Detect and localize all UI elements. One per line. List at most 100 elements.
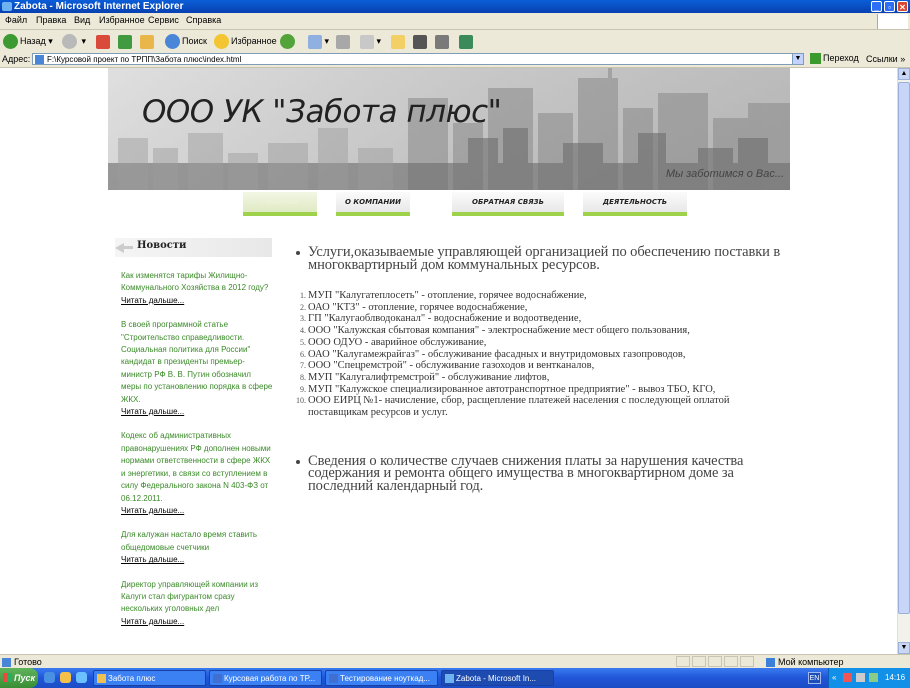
messenger-button[interactable] (413, 32, 427, 50)
refresh-button[interactable] (118, 32, 132, 50)
windows-logo-icon (877, 14, 908, 29)
stop-icon (96, 34, 110, 49)
nav-about[interactable]: О компании (336, 192, 410, 216)
refresh-icon (118, 34, 132, 49)
news-item: Для калужан настало время ставить общедо… (121, 529, 273, 566)
menu-help[interactable]: Справка (186, 15, 221, 25)
news-header: Новости (115, 238, 272, 257)
news-text[interactable]: Как изменятся тарифы Жилищно-Коммунально… (121, 270, 273, 295)
menu-favorites[interactable]: Избранное (99, 15, 145, 25)
windows-flag-icon (3, 673, 12, 682)
address-bar: Адрес: F:\Курсовой проект по ТРПП\Забота… (0, 52, 910, 68)
provider-item: МУП "Калугалифтремстрой" - обслуживание … (308, 372, 788, 384)
search-icon (165, 34, 180, 50)
close-button[interactable]: ✕ (897, 1, 908, 12)
address-input[interactable]: F:\Курсовой проект по ТРПП\Забота плюс\i… (32, 53, 804, 65)
tray-antivirus-icon[interactable] (843, 673, 852, 682)
language-indicator[interactable]: EN (808, 672, 821, 684)
media-button[interactable] (280, 32, 297, 50)
menu-view[interactable]: Вид (74, 15, 90, 25)
read-more-link[interactable]: Читать дальше... (121, 406, 273, 418)
provider-item: ООО "Спецремстрой" - обслуживание газохо… (308, 360, 788, 372)
home-icon (140, 34, 154, 49)
menu-bar: Файл Правка Вид Избранное Сервис Справка (0, 13, 910, 30)
news-sidebar: Новости Как изменятся тарифы Жилищно-Ком… (115, 238, 272, 640)
provider-item: МУП "Калужское специализированное автотр… (308, 384, 788, 396)
page-icon (35, 55, 44, 64)
discuss-button[interactable] (459, 32, 473, 50)
provider-item: ООО ЕИРЦ №1- начисление, сбор, расщеплен… (308, 395, 788, 418)
task-button-ie[interactable]: Zabota - Microsoft In... (441, 670, 554, 686)
menu-file[interactable]: Файл (5, 15, 27, 25)
tray-network-icon[interactable] (869, 673, 878, 682)
scroll-thumb[interactable] (898, 82, 910, 614)
read-more-link[interactable]: Читать дальше... (121, 295, 273, 307)
research-icon (435, 34, 449, 49)
task-button-testing[interactable]: Тестирование ноуткад... (325, 670, 438, 686)
bullet-icon (296, 459, 300, 464)
folder-button[interactable] (391, 32, 405, 50)
toolbar: Назад ▾ ▾ Поиск Избранное ▾ ▾ (0, 30, 910, 53)
print-button[interactable] (336, 32, 350, 50)
go-button[interactable]: Переход (810, 53, 859, 65)
links-button[interactable]: Ссылки » (866, 54, 905, 64)
tray-expand-icon[interactable]: « (832, 668, 836, 688)
news-item: Как изменятся тарифы Жилищно-Коммунально… (121, 270, 273, 307)
page-viewport: ООО УК "Забота плюс" Мы заботимся о Вас.… (0, 68, 897, 654)
star-icon (214, 34, 229, 50)
media-icon (280, 34, 295, 50)
media-quicklaunch-icon[interactable] (60, 672, 71, 683)
home-button[interactable] (140, 32, 154, 50)
menu-edit[interactable]: Правка (36, 15, 66, 25)
news-text[interactable]: Кодекс об административных правонарушени… (121, 430, 273, 504)
search-button[interactable]: Поиск (165, 32, 207, 50)
address-dropdown-icon[interactable]: ▼ (792, 53, 804, 65)
reduction-heading: Сведения о количестве случаев снижения п… (296, 453, 788, 493)
edit-button[interactable]: ▾ (360, 32, 381, 50)
tray-volume-icon[interactable] (856, 673, 865, 682)
news-text[interactable]: Для калужан настало время ставить общедо… (121, 529, 273, 554)
maximize-button[interactable]: ▫ (884, 1, 895, 12)
desktop-quicklaunch-icon[interactable] (76, 672, 87, 683)
mail-button[interactable]: ▾ (308, 32, 329, 50)
discuss-icon (459, 34, 473, 49)
read-more-link[interactable]: Читать дальше... (121, 554, 273, 566)
provider-item: ОАО "Калугамежрайгаз" - обслуживание фас… (308, 349, 788, 361)
scroll-up-icon[interactable]: ▲ (898, 68, 910, 80)
minimize-button[interactable]: _ (871, 1, 882, 12)
taskbar: Пуск Забота плюс Курсовая работа по ТР..… (0, 668, 910, 688)
zone-text: Мой компьютер (778, 657, 844, 667)
stop-button[interactable] (96, 32, 110, 50)
system-tray: « 14:16 (828, 668, 910, 688)
favorites-button[interactable]: Избранное (214, 32, 277, 50)
task-button-folder[interactable]: Забота плюс (93, 670, 206, 686)
read-more-link[interactable]: Читать дальше... (121, 505, 273, 517)
nav-feedback[interactable]: Обратная связь (452, 192, 564, 216)
scroll-down-icon[interactable]: ▼ (898, 642, 910, 654)
task-button-coursework[interactable]: Курсовая работа по ТР... (209, 670, 322, 686)
forward-button[interactable]: ▾ (62, 32, 86, 50)
provider-item: ООО "Калужская сбытовая компания" - элек… (308, 325, 788, 337)
nav-activity[interactable]: Деятельность (583, 192, 687, 216)
site-nav: Главная О компании Обратная связь Деятел… (0, 192, 897, 216)
read-more-link[interactable]: Читать дальше... (121, 616, 273, 628)
ie-icon (445, 674, 454, 683)
back-arrow-icon (3, 34, 18, 50)
menu-tools[interactable]: Сервис (148, 15, 179, 25)
messenger-icon (413, 34, 427, 49)
site-slogan: Мы заботимся о Вас... (665, 168, 784, 180)
news-text[interactable]: В своей программной статье "Строительств… (121, 319, 273, 406)
vertical-scrollbar[interactable]: ▲ ▼ (897, 68, 910, 654)
research-button[interactable] (435, 32, 449, 50)
nav-home[interactable]: Главная (243, 192, 317, 216)
forward-arrow-icon (62, 34, 77, 50)
start-button[interactable]: Пуск (0, 668, 38, 688)
news-text[interactable]: Директор управляющей компании из Калуги … (121, 579, 273, 616)
provider-item: ОАО "КТЗ" - отопление, горячее водоснабж… (308, 302, 788, 314)
main-content: Услуги,оказываемые управляющей организац… (296, 245, 788, 493)
mail-icon (308, 34, 322, 49)
ie-quicklaunch-icon[interactable] (44, 672, 55, 683)
clock: 14:16 (885, 673, 906, 682)
provider-item: МУП "Калугатеплосеть" - отопление, горяч… (308, 290, 788, 302)
back-button[interactable]: Назад ▾ (3, 32, 53, 50)
